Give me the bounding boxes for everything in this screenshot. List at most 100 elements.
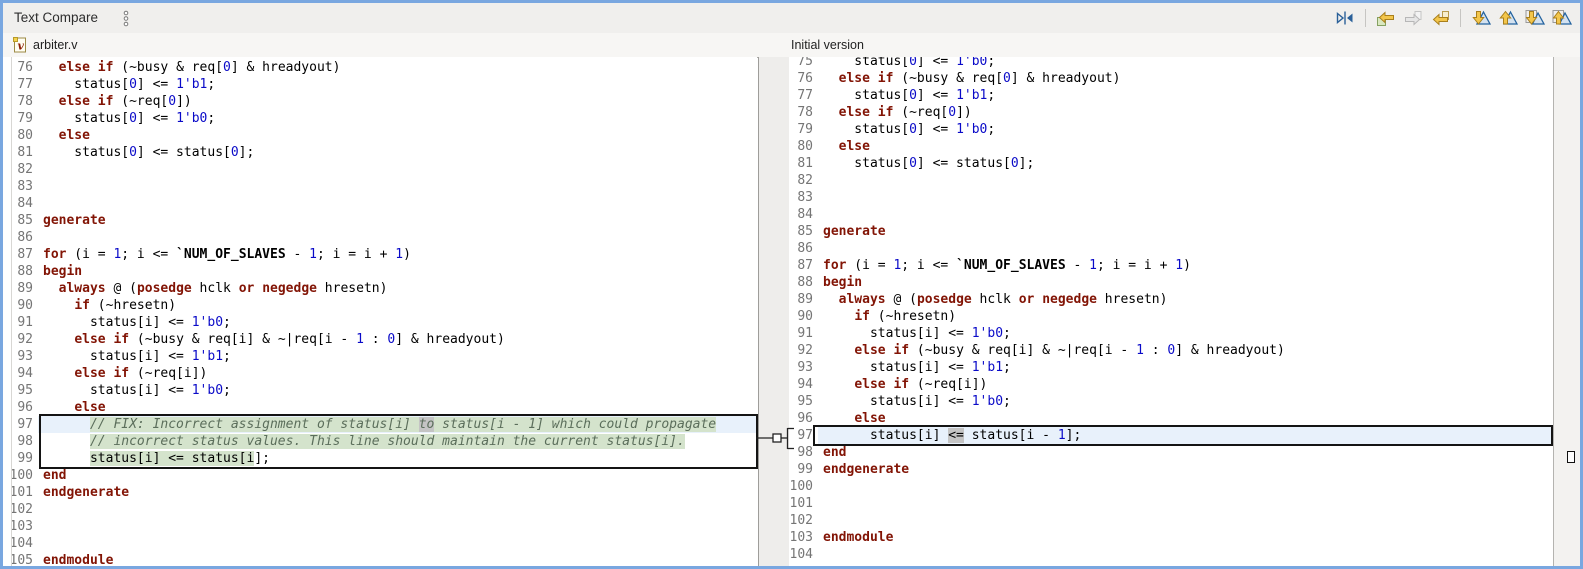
code-line-76: 76 else if (~busy & req[0] & hreadyout) (3, 59, 757, 76)
line-number: 102 (789, 513, 813, 528)
code-text: else if (~busy & req[0] & hreadyout) (58, 60, 341, 75)
overview-diff-marker[interactable] (1567, 451, 1575, 463)
line-number: 81 (17, 145, 33, 160)
code-text: status[0] <= 1'b1; (43, 77, 216, 92)
text-compare-window: Text Compare v arbiter.v Initial version… (0, 0, 1583, 569)
code-line-85: 85 generate (789, 223, 1553, 240)
copy-all-non-conflicting-changes-from-right-to-left-button[interactable] (1375, 7, 1397, 29)
line-number: 79 (17, 111, 33, 126)
left-code-editor[interactable]: 76 else if (~busy & req[0] & hreadyout) 7… (3, 57, 757, 566)
code-text: else if (~busy & req[i] & ~|req[i - 1 : … (854, 343, 1285, 358)
line-number: 97 (17, 417, 33, 432)
code-line-101: 101 (789, 495, 1553, 512)
line-number: 93 (17, 349, 33, 364)
copy-all-left-arrow-icon (1377, 11, 1394, 26)
code-line-94: 94 else if (~req[i]) (3, 365, 757, 382)
swap-left-and-right-view-button[interactable] (1334, 7, 1356, 29)
line-number: 87 (797, 258, 813, 273)
line-number: 88 (797, 275, 813, 290)
code-text: else (58, 128, 90, 143)
code-text: status[0] <= 1'b0; (823, 122, 996, 137)
line-number: 78 (797, 105, 813, 120)
line-number: 90 (797, 309, 813, 324)
line-number: 99 (17, 451, 33, 466)
code-line-104: 104 (789, 546, 1553, 563)
line-number: 95 (797, 394, 813, 409)
previous-difference-button[interactable] (1497, 7, 1519, 29)
line-number: 76 (17, 60, 33, 75)
view-menu-icon[interactable] (121, 9, 131, 27)
code-text: else if (~req[0]) (838, 105, 972, 120)
code-line-90: 90 if (~hresetn) (789, 308, 1553, 325)
code-line-98: 98 // incorrect status values. This line… (3, 433, 757, 450)
line-number: 83 (17, 179, 33, 194)
overview-ruler[interactable] (1553, 57, 1580, 566)
line-number: 101 (789, 496, 813, 511)
line-number: 99 (797, 462, 813, 477)
line-number: 84 (17, 196, 33, 211)
toolbar-separator (1460, 9, 1461, 27)
right-pane-title: Initial version (791, 38, 864, 52)
line-number: 100 (789, 479, 813, 494)
code-text: always @ (posedge hclk or negedge hreset… (838, 292, 1168, 307)
left-annotation-ruler (11, 57, 12, 566)
code-text: endgenerate (43, 485, 130, 500)
code-line-77: 77 status[0] <= 1'b1; (789, 87, 1553, 104)
previous-change-button[interactable] (1551, 7, 1573, 29)
code-text: else if (~busy & req[0] & hreadyout) (838, 71, 1121, 86)
line-number: 85 (797, 224, 813, 239)
line-number: 88 (17, 264, 33, 279)
line-number: 103 (9, 519, 33, 534)
previous-change-icon (1552, 10, 1572, 25)
code-text: // FIX: Incorrect assignment of status[i… (38, 416, 757, 433)
line-number: 91 (17, 315, 33, 330)
copy-left-arrow-icon (1432, 11, 1449, 26)
code-text: else (854, 411, 886, 426)
code-text: begin (43, 264, 83, 279)
code-text: status[i] <= 1'b0; (823, 394, 1011, 409)
code-line-87: 87 for (i = 1; i <= `NUM_OF_SLAVES - 1; i… (3, 246, 757, 263)
code-text: else if (~req[i]) (854, 377, 988, 392)
code-line-100: 100 end (3, 467, 757, 484)
copy-current-change-from-right-to-left-button[interactable] (1429, 7, 1451, 29)
copy-right-arrow-disabled-icon (1405, 11, 1422, 26)
code-line-105: 105 endmodule (3, 552, 757, 566)
line-number: 102 (9, 502, 33, 517)
right-code-editor[interactable]: 75 status[0] <= 1'b0; 76 else if (~busy &… (789, 57, 1553, 566)
code-text: else if (~req[0]) (58, 94, 192, 109)
code-text: status[0] <= 1'b0; (823, 57, 996, 69)
line-number: 97 (797, 428, 813, 443)
code-line-103: 103 (3, 518, 757, 535)
code-line-91: 91 status[i] <= 1'b0; (789, 325, 1553, 342)
code-line-100: 100 (789, 478, 1553, 495)
copy-current-change-from-left-to-right-button[interactable] (1402, 7, 1424, 29)
line-number: 98 (797, 445, 813, 460)
code-line-103: 103 endmodule (789, 529, 1553, 546)
line-number: 103 (789, 530, 813, 545)
code-line-85: 85 generate (3, 212, 757, 229)
code-line-79: 79 status[0] <= 1'b0; (3, 110, 757, 127)
code-line-99: 99 status[i] <= status[i]; (3, 450, 757, 467)
code-line-78: 78 else if (~req[0]) (789, 104, 1553, 121)
code-line-82: 82 (3, 161, 757, 178)
code-text: status[0] <= status[0]; (823, 156, 1035, 171)
code-line-98: 98 end (789, 444, 1553, 461)
next-difference-button[interactable] (1470, 7, 1492, 29)
verilog-file-icon: v (13, 37, 26, 53)
code-text: for (i = 1; i <= `NUM_OF_SLAVES - 1; i =… (43, 247, 411, 262)
line-number: 75 (797, 57, 813, 69)
next-change-button[interactable] (1524, 7, 1546, 29)
code-line-90: 90 if (~hresetn) (3, 297, 757, 314)
code-text: status[0] <= 1'b0; (43, 111, 216, 126)
code-text: status[0] <= status[0]; (43, 145, 255, 160)
line-number: 98 (17, 434, 33, 449)
line-number: 82 (797, 173, 813, 188)
line-number: 90 (17, 298, 33, 313)
line-number: 100 (9, 468, 33, 483)
